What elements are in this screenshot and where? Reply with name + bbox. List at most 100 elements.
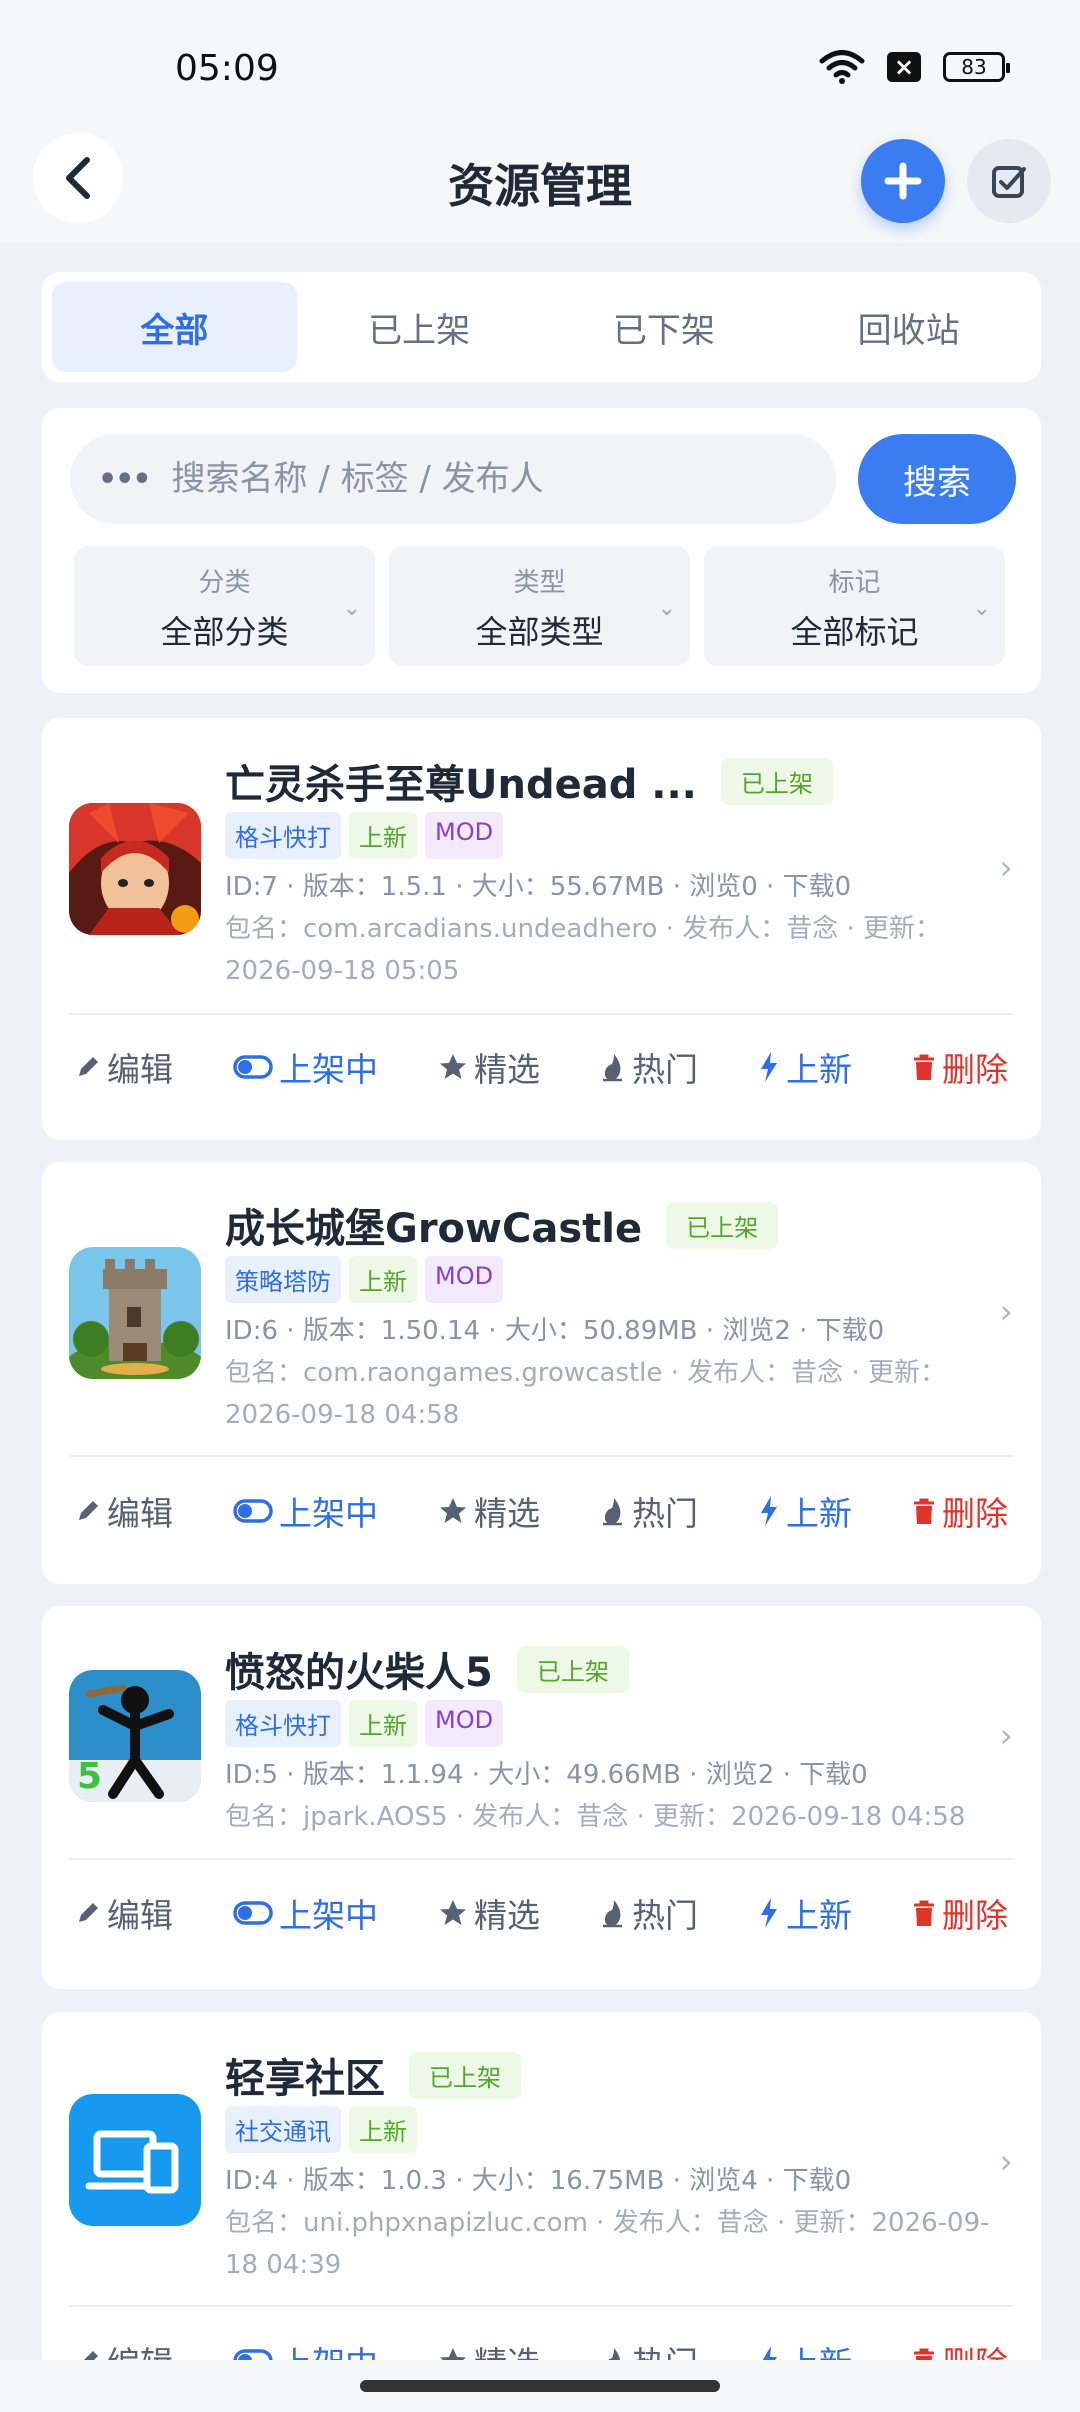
app-name: 成长城堡GrowCastle [225,1206,643,1252]
listing-toggle[interactable]: 上架中 [233,1487,378,1535]
plus-icon [884,162,922,200]
new-button[interactable]: 上新 [758,1487,852,1535]
category-tag: MOD [425,1256,504,1303]
resource-card[interactable]: 5 愤怒的火柴人5 已上架 格斗快打 上新 MOD ID:5 · 版本：1.1.94… [42,1606,1041,1989]
hot-button-label: 热门 [632,1494,698,1533]
tag-list: 策略塔防 上新 MOD [225,1256,504,1303]
status-badge: 已上架 [409,2051,521,2099]
status-badge: 已上架 [720,757,833,805]
new-button[interactable]: 上新 [758,1043,852,1091]
listing-toggle[interactable]: 上架中 [233,1889,378,1937]
tab-all[interactable]: 全部 [52,282,297,372]
listing-toggle-label: 上架中 [279,1494,378,1533]
hot-button[interactable]: 热门 [600,1889,698,1937]
tab-recycle-bin[interactable]: 回收站 [786,282,1031,372]
app-title-row: 愤怒的火柴人5 已上架 [225,1640,629,1698]
listing-toggle[interactable]: 上架中 [233,1043,378,1091]
search-button[interactable]: 搜索 [858,434,1016,524]
star-icon [438,1898,468,1928]
resource-card[interactable]: 亡灵杀手至尊Undead ... 已上架 格斗快打 上新 MOD ID:7 · 版本… [42,718,1041,1140]
filter-mark[interactable]: 标记 全部标记 ⌄ [704,546,1005,666]
chevron-down-icon: ⌄ [972,596,991,621]
search-input[interactable] [171,459,812,499]
wifi-icon [819,50,865,84]
tag-list: 格斗快打 上新 MOD [225,812,504,859]
trash-icon [912,1497,936,1525]
app-title-row: 亡灵杀手至尊Undead ... 已上架 [225,752,833,810]
filter-type[interactable]: 类型 全部类型 ⌄ [389,546,690,666]
close-box-icon: × [887,52,921,82]
filter-row: 分类 全部分类 ⌄ 类型 全部类型 ⌄ 标记 全部标记 ⌄ [74,546,1005,666]
delete-button-label: 删除 [942,1494,1008,1533]
featured-button[interactable]: 精选 [438,1487,540,1535]
hot-button[interactable]: 热门 [600,1487,698,1535]
search-box: ••• [70,434,836,524]
edit-button[interactable]: 编辑 [75,1889,173,1937]
hot-button-label: 热门 [632,1896,698,1935]
status-badge: 已上架 [666,1201,779,1249]
featured-button[interactable]: 精选 [438,1889,540,1937]
delete-button[interactable]: 删除 [912,1043,1008,1091]
delete-button[interactable]: 删除 [912,1487,1008,1535]
app-title-row: 轻享社区 已上架 [225,2046,521,2104]
tab-unlisted[interactable]: 已下架 [542,282,787,372]
edit-button-label: 编辑 [107,1050,173,1089]
home-indicator[interactable] [360,2380,720,2392]
status-bar: 05:09 × 83 [0,0,1080,130]
new-button-label: 上新 [786,1896,852,1935]
chevron-down-icon: ⌄ [342,596,361,621]
app-icon [69,803,201,935]
tab-listed[interactable]: 已上架 [297,282,542,372]
app-icon [69,1247,201,1379]
chevron-right-icon[interactable]: › [999,2142,1013,2182]
lightning-icon [758,1495,780,1527]
app-meta: ID:6 · 版本：1.50.14 · 大小：50.89MB · 浏览2 · 下… [225,1310,1005,1436]
new-button-label: 上新 [786,1494,852,1533]
category-tag: 上新 [349,2106,417,2153]
featured-button[interactable]: 精选 [438,1043,540,1091]
new-button[interactable]: 上新 [758,1889,852,1937]
app-name: 亡灵杀手至尊Undead ... [225,762,697,808]
more-dots-icon: ••• [98,461,152,497]
filter-category[interactable]: 分类 全部分类 ⌄ [74,546,375,666]
delete-button[interactable]: 删除 [912,1889,1008,1937]
resource-card[interactable]: 成长城堡GrowCastle 已上架 策略塔防 上新 MOD ID:6 · 版本：1… [42,1162,1041,1584]
category-tag: 上新 [349,1256,417,1303]
category-tag: 上新 [349,812,417,859]
status-badge: 已上架 [516,1645,629,1693]
listing-toggle-label: 上架中 [279,1896,378,1935]
pencil-icon [75,1498,101,1524]
battery-indicator: 83 [943,52,1010,82]
add-resource-button[interactable] [861,139,945,223]
divider [69,2305,1014,2307]
category-tag: 策略塔防 [225,1256,341,1303]
action-bar: 编辑 上架中 精选 热门 上新 删除 [69,1043,1014,1091]
app-meta: ID:7 · 版本：1.5.1 · 大小：55.67MB · 浏览0 · 下载0… [225,866,1005,992]
hot-button[interactable]: 热门 [600,1043,698,1091]
featured-button-label: 精选 [474,1896,540,1935]
category-tag: 上新 [349,1700,417,1747]
chevron-right-icon[interactable]: › [999,848,1013,888]
trash-icon [912,1053,936,1081]
app-icon [69,2094,201,2226]
meta-package: 包名：com.raongames.growcastle · 发布人：昔念 · 更… [225,1358,946,1430]
hot-button-label: 热门 [632,1050,698,1089]
category-tag: 格斗快打 [225,1700,341,1747]
featured-button-label: 精选 [474,1050,540,1089]
batch-select-button[interactable] [967,139,1051,223]
edit-button[interactable]: 编辑 [75,1043,173,1091]
meta-stats: ID:4 · 版本：1.0.3 · 大小：16.75MB · 浏览4 · 下载0 [225,2166,852,2196]
category-tag: 社交通讯 [225,2106,341,2153]
chevron-right-icon[interactable]: › [999,1716,1013,1756]
tag-list: 社交通讯 上新 [225,2106,417,2153]
toggle-icon [233,1498,273,1524]
divider [69,1013,1014,1015]
flame-icon [600,1052,626,1082]
edit-button[interactable]: 编辑 [75,1487,173,1535]
edit-button-label: 编辑 [107,1896,173,1935]
app-name: 轻享社区 [225,2056,385,2102]
filter-label: 标记 [828,568,881,598]
resource-card[interactable]: 轻享社区 已上架 社交通讯 上新 ID:4 · 版本：1.0.3 · 大小：16.… [42,2012,1041,2412]
app-title-row: 成长城堡GrowCastle 已上架 [225,1196,779,1254]
chevron-right-icon[interactable]: › [999,1292,1013,1332]
